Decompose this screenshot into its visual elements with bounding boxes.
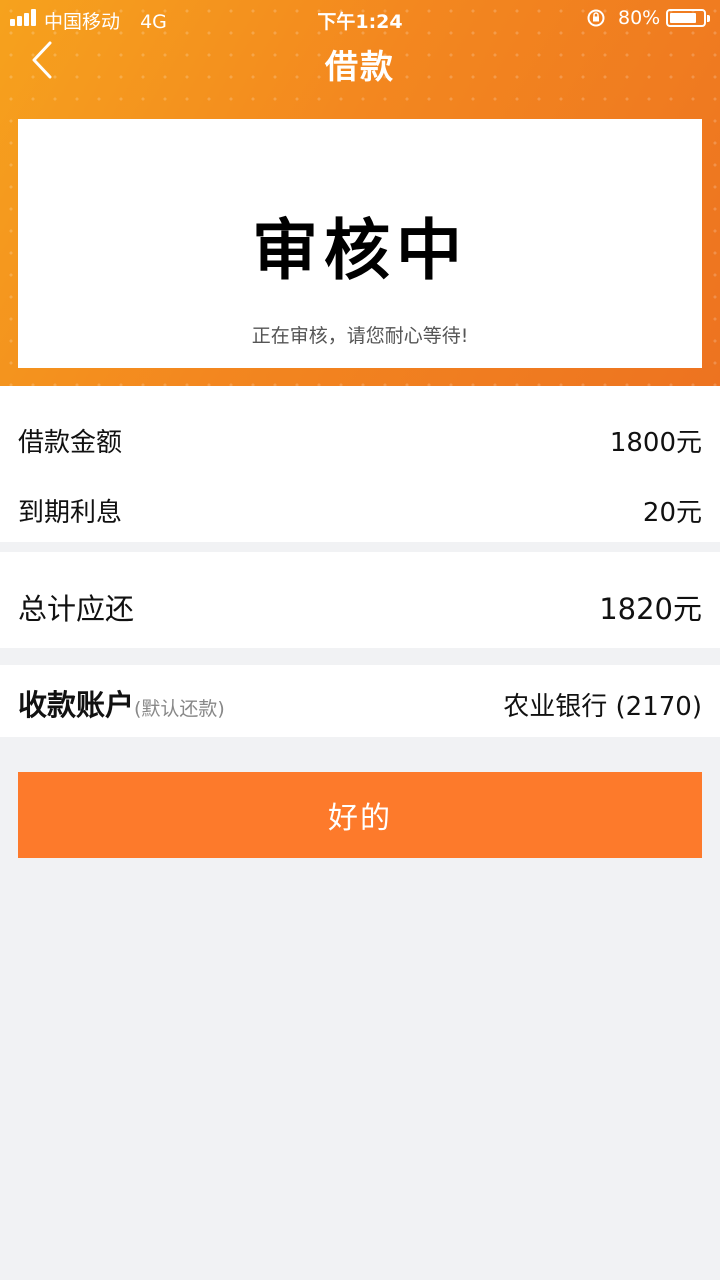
review-status-title: 审核中	[252, 212, 468, 289]
battery-fill	[670, 13, 696, 23]
confirm-button[interactable]: 好的	[18, 772, 702, 858]
receiving-account-section[interactable]: 收款账户(默认还款) 农业银行 (2170)	[0, 665, 720, 737]
navigation-bar: 借款	[0, 36, 720, 86]
status-bar: 中国移动 4G 下午1:24 80%	[0, 0, 720, 38]
interest-label: 到期利息	[18, 498, 123, 528]
account-label-group: 收款账户(默认还款)	[18, 682, 225, 724]
review-status-message: 正在审核，请您耐心等待!	[251, 325, 469, 347]
clock: 下午1:24	[317, 11, 403, 33]
screen: 中国移动 4G 下午1:24 80% 借款 审核中 正在审核，请您耐心等待! 借…	[0, 0, 720, 1280]
account-hint: (默认还款)	[134, 698, 225, 720]
total-repayment-section: 总计应还 1820元	[0, 552, 720, 648]
loan-amount-value: 1800元	[609, 428, 702, 458]
interest-value: 20元	[642, 498, 702, 528]
account-label: 收款账户	[18, 688, 135, 722]
battery-icon	[666, 9, 710, 27]
loan-details-section: 借款金额 1800元 到期利息 20元	[0, 386, 720, 542]
review-status-card: 审核中 正在审核，请您耐心等待!	[18, 119, 702, 368]
total-label: 总计应还	[18, 592, 135, 626]
account-value: 农业银行 (2170)	[503, 692, 702, 722]
loan-amount-label: 借款金额	[18, 428, 123, 458]
battery-percent: 80%	[618, 7, 661, 29]
page-title: 借款	[325, 47, 395, 86]
rotation-lock-icon	[587, 9, 605, 27]
total-value: 1820元	[599, 592, 702, 626]
